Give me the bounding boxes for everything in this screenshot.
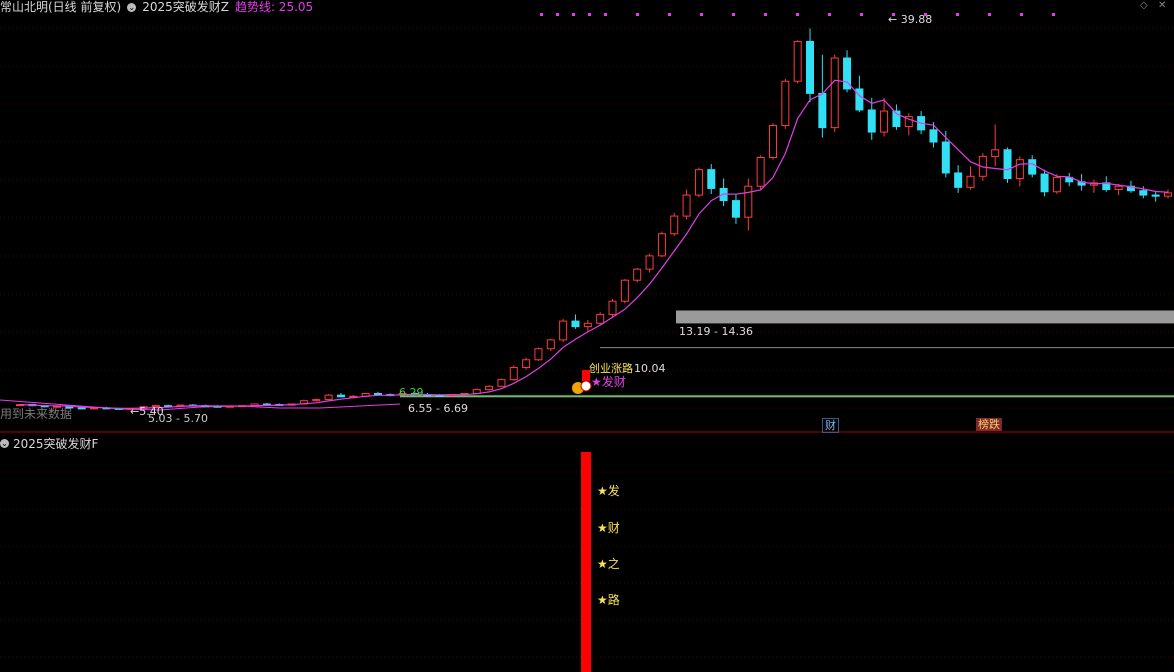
candle-body <box>966 175 975 188</box>
candle-body <box>744 185 753 218</box>
close-icon[interactable]: ✕ <box>1158 0 1166 11</box>
high-price-label: ← 39.88 <box>888 13 933 26</box>
sub-star-lu: ★路 <box>597 593 620 607</box>
candle-body <box>1015 159 1024 179</box>
candle-body <box>77 407 86 410</box>
sub-star-zhi: ★之 <box>597 557 620 571</box>
kline-chart[interactable] <box>0 0 1174 672</box>
fall-tag[interactable]: 榜跌 <box>976 418 1002 431</box>
plus-circle-icon <box>580 380 592 392</box>
candle-body <box>1052 176 1061 193</box>
top-marker-dot <box>1052 13 1055 16</box>
candle-body <box>929 129 938 143</box>
candle-body <box>1139 190 1148 196</box>
candle-body <box>830 57 839 129</box>
top-marker-dot <box>668 13 671 16</box>
candle-body <box>509 367 518 381</box>
cai-tag[interactable]: 财 <box>822 418 839 433</box>
high-arrow-icon: ← <box>888 13 898 26</box>
fa-cai-signal: ★发财 <box>591 375 626 389</box>
candle-body <box>583 322 592 328</box>
candle-body <box>324 394 333 401</box>
candle-body <box>793 40 802 82</box>
candle-body <box>571 320 580 328</box>
diamond-icon[interactable]: ◇ <box>1140 0 1148 11</box>
candle-body <box>312 399 321 402</box>
future-data-warning: 用到未来数据 <box>0 407 73 421</box>
candle-body <box>620 279 629 302</box>
candle-body <box>559 320 568 341</box>
top-marker-dot <box>860 13 863 16</box>
sub-signal-bar <box>581 452 591 672</box>
candle-body <box>1114 185 1123 191</box>
candle-body <box>497 379 506 387</box>
candle-body <box>1151 194 1160 197</box>
sub-star-cai: ★财 <box>597 521 620 535</box>
candle-body <box>373 392 382 396</box>
candle-body <box>645 255 654 270</box>
chart-header: 常山北明(日线 前复权) ⌄ 2025突破发财Z 趋势线: 25.05 <box>0 0 313 14</box>
candle-body <box>781 80 790 126</box>
candle-body <box>694 169 703 196</box>
top-marker-dot <box>588 13 591 16</box>
indicator-name[interactable]: 2025突破发财Z <box>142 0 229 14</box>
candle-body <box>670 215 679 235</box>
candle-body <box>954 172 963 188</box>
candle-body <box>336 394 345 398</box>
candle-body <box>991 149 1000 157</box>
top-marker-dot <box>572 13 575 16</box>
top-marker-dot <box>604 13 607 16</box>
trend-ma-line <box>19 79 1169 410</box>
candle-body <box>1164 192 1172 197</box>
candle-body <box>1040 173 1049 193</box>
candle-body <box>756 156 765 187</box>
candle-body <box>633 268 642 281</box>
candle-body <box>768 124 777 158</box>
top-marker-dot <box>540 13 543 16</box>
dropdown-circle-icon[interactable]: ⌄ <box>0 439 9 448</box>
sub-indicator-name[interactable]: 2025突破发财F <box>13 435 98 452</box>
candle-body <box>522 359 531 369</box>
candle-body <box>867 109 876 133</box>
candle-body <box>608 300 617 315</box>
top-marker-dot <box>1020 13 1023 16</box>
candle-body <box>485 385 494 391</box>
candle-body <box>818 92 827 129</box>
candle-body <box>880 110 889 133</box>
candle-body <box>707 169 716 189</box>
box-range-label: 13.19 - 14.36 <box>679 325 753 338</box>
green-price-label: 6.29 <box>399 386 424 399</box>
candle-body <box>731 200 740 218</box>
top-marker-dot <box>988 13 991 16</box>
top-marker-dot <box>956 13 959 16</box>
candle-body <box>657 233 666 257</box>
candle-body <box>1028 159 1037 175</box>
top-marker-dot <box>796 13 799 16</box>
low-arrow-icon: ← <box>130 405 140 418</box>
resistance-box <box>676 310 1174 324</box>
top-marker-dot <box>732 13 735 16</box>
trend-line-value: 趋势线: 25.05 <box>234 0 314 14</box>
candle-body <box>682 194 691 217</box>
top-marker-dot <box>764 13 767 16</box>
dropdown-circle-icon[interactable]: ⌄ <box>127 2 137 12</box>
mid-range-label: 6.55 - 6.69 <box>408 402 468 415</box>
stock-title[interactable]: 常山北明(日线 前复权) <box>0 0 121 14</box>
candle-body <box>596 313 605 324</box>
candle-body <box>806 40 815 94</box>
top-marker-dot <box>556 13 559 16</box>
top-marker-dot <box>700 13 703 16</box>
sub-panel-header: ⌄ 2025突破发财F <box>0 435 98 452</box>
top-marker-dot <box>636 13 639 16</box>
candle-body <box>546 339 555 350</box>
signal-price-label: 10.04 <box>634 362 666 375</box>
candle-body <box>941 141 950 174</box>
candle-body <box>534 348 543 361</box>
candle-body <box>1003 149 1012 179</box>
sub-star-fa: ★发 <box>597 484 620 498</box>
signal-small-text: 创业涨路 <box>589 362 633 375</box>
low-range-label: 5.03 - 5.70 <box>148 412 208 425</box>
top-marker-dot <box>828 13 831 16</box>
